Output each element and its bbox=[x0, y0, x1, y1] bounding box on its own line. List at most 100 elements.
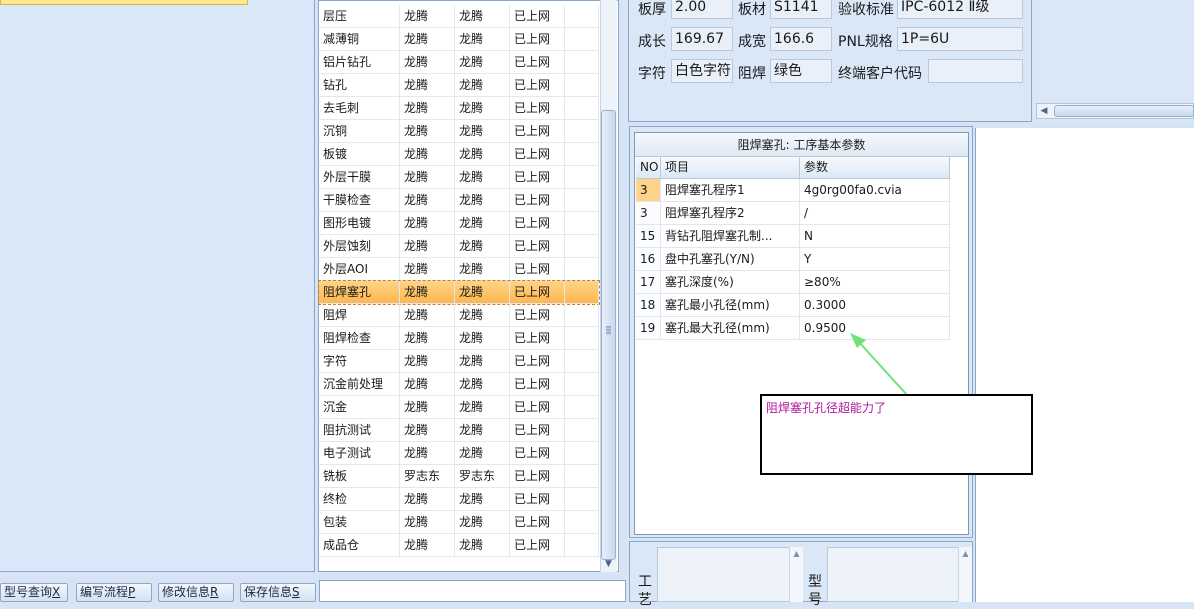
empty-cell bbox=[565, 350, 599, 373]
param-no-cell[interactable]: 16 bbox=[636, 248, 661, 271]
save-info-key: S bbox=[292, 585, 300, 599]
scroll-left-icon[interactable]: ◀ bbox=[1038, 104, 1050, 118]
col-header-param[interactable]: 参数 bbox=[800, 157, 950, 179]
status-cell: 已上网 bbox=[510, 143, 565, 166]
model-memo[interactable] bbox=[827, 547, 972, 602]
process-row[interactable]: 钻孔 龙腾 龙腾 已上网 bbox=[319, 74, 599, 97]
customer-code-label: 终端客户代码 bbox=[838, 66, 922, 82]
empty-cell bbox=[565, 5, 599, 28]
process-row[interactable]: 阻焊检查 龙腾 龙腾 已上网 bbox=[319, 327, 599, 350]
param-no-cell[interactable]: 15 bbox=[636, 225, 661, 248]
empty-cell bbox=[565, 304, 599, 327]
empty-cell bbox=[565, 212, 599, 235]
param-no-cell[interactable]: 3 bbox=[636, 202, 661, 225]
mask-field[interactable]: 绿色 bbox=[770, 59, 832, 83]
param-no-cell[interactable]: 3 bbox=[636, 179, 661, 202]
thickness-label: 板厚 bbox=[638, 2, 666, 18]
col-header-item[interactable]: 项目 bbox=[661, 157, 800, 179]
thickness-field[interactable]: 2.00 bbox=[671, 0, 733, 19]
char-field[interactable]: 白色字符 bbox=[671, 59, 733, 83]
process-memo[interactable] bbox=[657, 547, 803, 602]
status-cell: 已上网 bbox=[510, 74, 565, 97]
bottom-input-box[interactable] bbox=[319, 580, 626, 602]
reviewer-cell: 龙腾 bbox=[455, 396, 510, 419]
process-rows: 层压 龙腾 龙腾 已上网 减薄铜 龙腾 龙腾 已上网 铝片钻孔 龙腾 龙腾 已上网 钻孔 龙腾 龙腾 已上网去… bbox=[318, 5, 600, 567]
horizontal-scrollbar-thumb[interactable] bbox=[1054, 105, 1194, 117]
process-row[interactable]: 去毛刺 龙腾 龙腾 已上网 bbox=[319, 97, 599, 120]
material-field[interactable]: S1141 bbox=[770, 0, 832, 19]
selected-item-strip[interactable] bbox=[0, 0, 248, 5]
param-item-cell[interactable]: 阻焊塞孔程序1 bbox=[661, 179, 800, 202]
empty-cell bbox=[565, 97, 599, 120]
process-row[interactable]: 沉金前处理 龙腾 龙腾 已上网 bbox=[319, 373, 599, 396]
process-row[interactable]: 阻焊 龙腾 龙腾 已上网 bbox=[319, 304, 599, 327]
reviewer-cell: 龙腾 bbox=[455, 304, 510, 327]
model-query-button[interactable]: 型号查询X bbox=[0, 583, 68, 602]
standard-field[interactable]: IPC-6012 Ⅱ级 bbox=[897, 0, 1023, 19]
edit-flow-button[interactable]: 编写流程P bbox=[76, 583, 152, 602]
param-value-cell[interactable]: N bbox=[800, 225, 950, 248]
reviewer-cell: 罗志东 bbox=[455, 465, 510, 488]
param-no-cell[interactable]: 19 bbox=[636, 317, 661, 340]
param-no-cell[interactable]: 17 bbox=[636, 271, 661, 294]
operator-cell: 龙腾 bbox=[400, 97, 455, 120]
reviewer-cell: 龙腾 bbox=[455, 350, 510, 373]
mask-label: 阻焊 bbox=[738, 66, 766, 82]
process-row[interactable]: 减薄铜 龙腾 龙腾 已上网 bbox=[319, 28, 599, 51]
model-label-char-1: 型 bbox=[808, 574, 822, 590]
reviewer-cell: 龙腾 bbox=[455, 5, 510, 28]
process-row[interactable]: 外层干膜 龙腾 龙腾 已上网 bbox=[319, 166, 599, 189]
process-row[interactable]: 阻抗测试 龙腾 龙腾 已上网 bbox=[319, 419, 599, 442]
process-name-cell: 终检 bbox=[319, 488, 400, 511]
process-name-cell: 干膜检查 bbox=[319, 189, 400, 212]
process-row[interactable]: 铣板 罗志东 罗志东 已上网 bbox=[319, 465, 599, 488]
param-no-cell[interactable]: 18 bbox=[636, 294, 661, 317]
process-row[interactable]: 电子测试 龙腾 龙腾 已上网 bbox=[319, 442, 599, 465]
param-value-cell[interactable]: ≥80% bbox=[800, 271, 950, 294]
param-value-cell[interactable]: 0.3000 bbox=[800, 294, 950, 317]
pnl-field[interactable]: 1P=6U bbox=[897, 27, 1023, 51]
modify-info-button[interactable]: 修改信息R bbox=[158, 583, 234, 602]
process-row[interactable]: 沉铜 龙腾 龙腾 已上网 bbox=[319, 120, 599, 143]
reviewer-cell: 龙腾 bbox=[455, 166, 510, 189]
operator-cell: 龙腾 bbox=[400, 189, 455, 212]
process-row[interactable]: 干膜检查 龙腾 龙腾 已上网 bbox=[319, 189, 599, 212]
process-row[interactable]: 层压 龙腾 龙腾 已上网 bbox=[319, 5, 599, 28]
reviewer-cell: 龙腾 bbox=[455, 534, 510, 557]
param-item-cell[interactable]: 阻焊塞孔程序2 bbox=[661, 202, 800, 225]
annotation-arrow bbox=[850, 333, 908, 396]
param-item-cell[interactable]: 盘中孔塞孔(Y/N) bbox=[661, 248, 800, 271]
scroll-down-icon[interactable]: ▼ bbox=[601, 558, 616, 571]
reviewer-cell: 龙腾 bbox=[455, 28, 510, 51]
process-row[interactable]: 外层AOI 龙腾 龙腾 已上网 bbox=[319, 258, 599, 281]
length-field[interactable]: 169.67 bbox=[671, 27, 733, 51]
operator-cell: 龙腾 bbox=[400, 120, 455, 143]
save-info-button[interactable]: 保存信息S bbox=[240, 583, 316, 602]
process-row[interactable]: 阻焊塞孔 龙腾 龙腾 已上网 bbox=[318, 280, 600, 305]
process-row[interactable]: 板镀 龙腾 龙腾 已上网 bbox=[319, 143, 599, 166]
model-query-label: 型号查询 bbox=[4, 585, 53, 599]
param-item-cell[interactable]: 塞孔深度(%) bbox=[661, 271, 800, 294]
param-item-cell[interactable]: 背钻孔阻焊塞孔制... bbox=[661, 225, 800, 248]
process-row[interactable]: 包装 龙腾 龙腾 已上网 bbox=[319, 511, 599, 534]
memo-scroll-up-icon-2[interactable]: ▲ bbox=[958, 547, 972, 602]
param-value-cell[interactable]: Y bbox=[800, 248, 950, 271]
reviewer-cell: 龙腾 bbox=[455, 419, 510, 442]
process-row[interactable]: 铝片钻孔 龙腾 龙腾 已上网 bbox=[319, 51, 599, 74]
process-row[interactable]: 字符 龙腾 龙腾 已上网 bbox=[319, 350, 599, 373]
param-item-cell[interactable]: 塞孔最大孔径(mm) bbox=[661, 317, 800, 340]
width-field[interactable]: 166.6 bbox=[770, 27, 832, 51]
process-row[interactable]: 成品仓 龙腾 龙腾 已上网 bbox=[319, 534, 599, 557]
process-row[interactable]: 图形电镀 龙腾 龙腾 已上网 bbox=[319, 212, 599, 235]
empty-cell bbox=[565, 28, 599, 51]
grip-icon: ═ ═ ═ bbox=[606, 323, 611, 338]
memo-scroll-up-icon[interactable]: ▲ bbox=[789, 547, 803, 602]
param-item-cell[interactable]: 塞孔最小孔径(mm) bbox=[661, 294, 800, 317]
process-row[interactable]: 外层蚀刻 龙腾 龙腾 已上网 bbox=[319, 235, 599, 258]
process-row[interactable]: 沉金 龙腾 龙腾 已上网 bbox=[319, 396, 599, 419]
customer-code-field[interactable] bbox=[928, 59, 1023, 83]
col-header-no[interactable]: NO bbox=[636, 157, 661, 179]
param-value-cell[interactable]: / bbox=[800, 202, 950, 225]
param-value-cell[interactable]: 4g0rg00fa0.cvia bbox=[800, 179, 950, 202]
process-row[interactable]: 终检 龙腾 龙腾 已上网 bbox=[319, 488, 599, 511]
